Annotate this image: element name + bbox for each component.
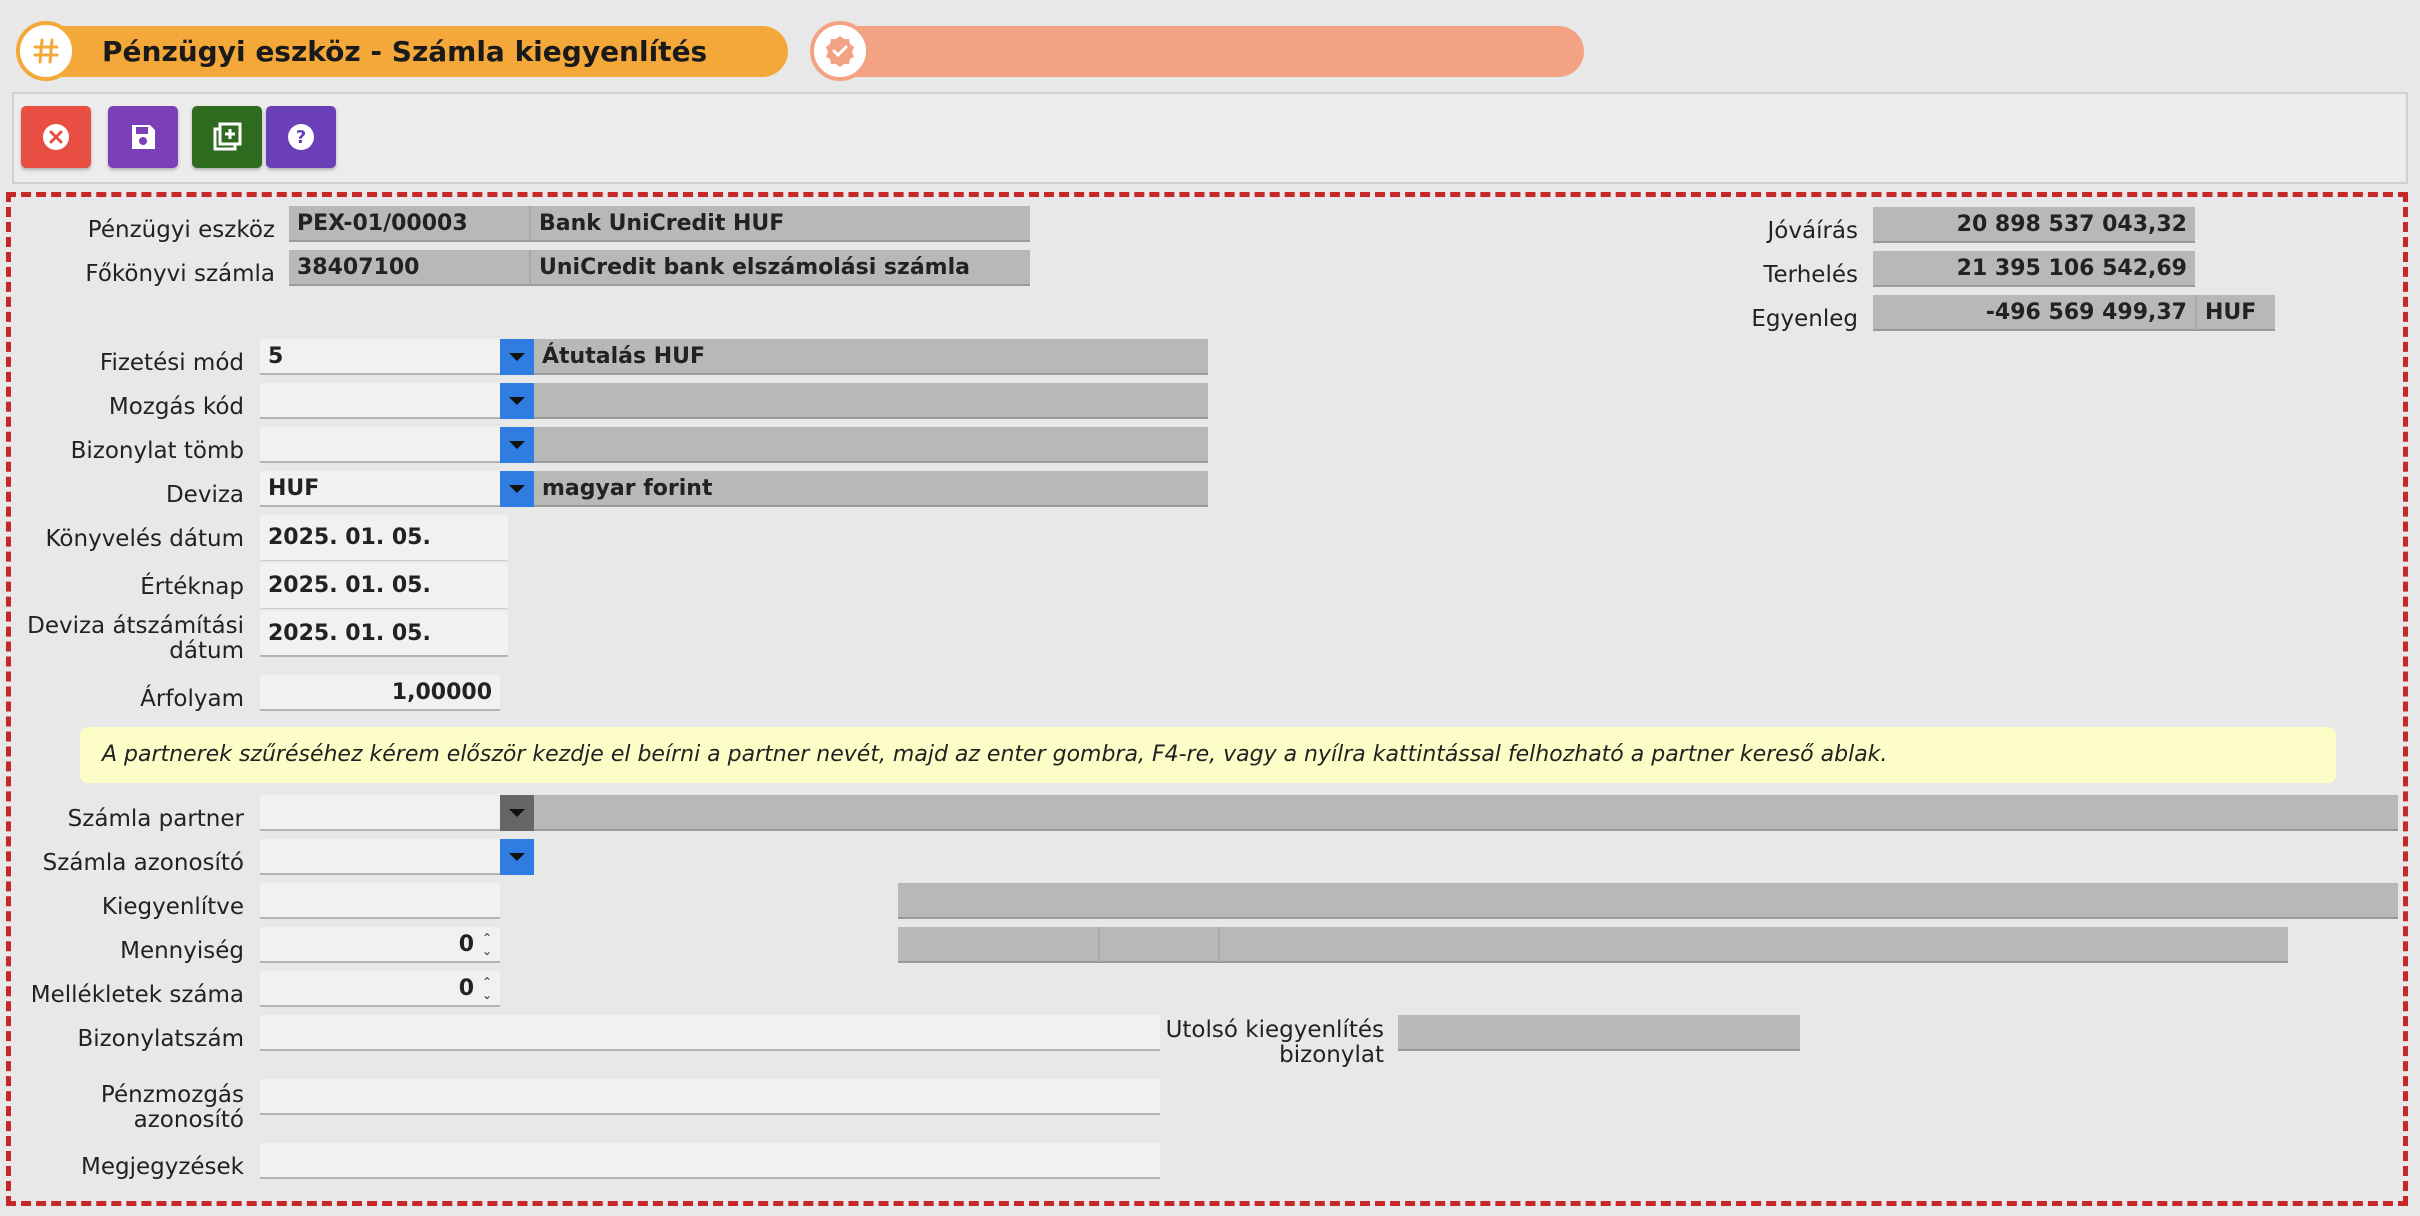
invoice-id-dropdown[interactable] — [500, 839, 534, 875]
rate-input[interactable]: 1,00000 — [260, 675, 500, 711]
hash-icon-circle — [16, 21, 76, 81]
svg-text:?: ? — [296, 127, 306, 148]
chevron-down-icon — [509, 809, 525, 817]
currency-input[interactable]: HUF — [260, 471, 500, 507]
posting-date-input[interactable]: 2025. 01. 05. — [260, 515, 508, 561]
cash-move-id-label-line1: Pénzmozgás — [100, 1082, 244, 1108]
quantity-input[interactable]: 0 — [260, 927, 500, 963]
attachments-input[interactable]: 0 — [260, 971, 500, 1007]
settled-label: Kiegyenlítve — [101, 894, 244, 920]
settled-input[interactable] — [260, 883, 500, 919]
asset-name-field: Bank UniCredit HUF — [529, 206, 1030, 242]
invoice-partner-name-field — [534, 795, 2398, 831]
invoice-id-input[interactable] — [260, 839, 500, 875]
payment-mode-label: Fizetési mód — [99, 350, 244, 376]
status-tab[interactable] — [810, 21, 1584, 81]
cash-move-id-label: Pénzmozgás azonosító — [30, 1083, 244, 1133]
cash-move-id-input[interactable] — [260, 1079, 1160, 1115]
ledger-name-field: UniCredit bank elszámolási számla — [529, 250, 1030, 286]
voucher-block-input[interactable] — [260, 427, 500, 463]
chevron-down-icon — [509, 485, 525, 493]
hash-icon — [33, 38, 59, 64]
voucher-no-input[interactable] — [260, 1015, 1160, 1051]
invoice-amount-field-3 — [1218, 927, 2288, 963]
balance-currency-field: HUF — [2195, 295, 2275, 331]
chevron-down-icon — [509, 853, 525, 861]
invoice-partner-input[interactable] — [260, 795, 500, 831]
payment-mode-input[interactable]: 5 — [260, 339, 500, 375]
last-settlement-field — [1398, 1015, 1800, 1051]
ledger-label: Főkönyvi számla — [85, 261, 275, 287]
page-title: Pénzügyi eszköz - Számla kiegyenlítés — [102, 35, 708, 68]
notes-input[interactable] — [260, 1143, 1160, 1179]
ledger-code-field: 38407100 — [289, 250, 529, 286]
help-circle-icon: ? — [288, 124, 314, 150]
close-button[interactable] — [21, 106, 91, 168]
attachments-stepper[interactable]: ⌃ ⌄ — [478, 971, 496, 1007]
invoice-partner-label: Számla partner — [67, 806, 244, 832]
voucher-block-label: Bizonylat tömb — [70, 438, 244, 464]
asset-label: Pénzügyi eszköz — [87, 217, 275, 243]
payment-mode-dropdown[interactable] — [500, 339, 534, 375]
notes-label: Megjegyzések — [80, 1154, 244, 1180]
currency-dropdown[interactable] — [500, 471, 534, 507]
partner-search-hint: A partnerek szűréséhez kérem először kez… — [80, 727, 2336, 783]
payment-mode-name-field: Átutalás HUF — [534, 339, 1208, 375]
module-title-tab: Pénzügyi eszköz - Számla kiegyenlítés — [16, 21, 788, 81]
movement-code-label: Mozgás kód — [108, 394, 244, 420]
movement-code-name-field — [534, 383, 1208, 419]
attachments-label: Mellékletek száma — [30, 982, 244, 1008]
voucher-block-dropdown[interactable] — [500, 427, 534, 463]
invoice-details-field — [898, 883, 2398, 919]
last-settlement-label: Utolsó kiegyenlítés bizonylat — [1160, 1018, 1384, 1068]
posting-date-label: Könyvelés dátum — [45, 526, 245, 552]
check-icon-circle — [810, 21, 870, 81]
last-settlement-label-line1: Utolsó kiegyenlítés — [1165, 1017, 1384, 1043]
library-add-icon — [213, 122, 242, 151]
save-button[interactable] — [108, 106, 178, 168]
chevron-down-icon — [509, 441, 525, 449]
help-button[interactable]: ? — [266, 106, 336, 168]
voucher-no-label: Bizonylatszám — [77, 1026, 244, 1052]
add-copy-button[interactable] — [192, 106, 262, 168]
chevron-down-icon — [509, 397, 525, 405]
currency-name-field: magyar forint — [534, 471, 1208, 507]
currency-label: Deviza — [165, 482, 244, 508]
balance-label: Egyenleg — [1751, 306, 1858, 332]
invoice-amount-field-1 — [898, 927, 1098, 963]
chevron-down-icon[interactable]: ⌄ — [482, 945, 492, 958]
quantity-label: Mennyiség — [120, 938, 244, 964]
chevron-down-icon — [509, 353, 525, 361]
fx-date-label-line1: Deviza átszámítási — [27, 613, 244, 639]
value-date-input[interactable]: 2025. 01. 05. — [260, 563, 508, 609]
invoice-id-label: Számla azonosító — [42, 850, 244, 876]
floppy-disk-icon — [132, 125, 155, 149]
chevron-down-icon[interactable]: ⌄ — [482, 989, 492, 1002]
toolbar: ? — [12, 92, 2408, 184]
fx-date-input[interactable]: 2025. 01. 05. — [260, 611, 508, 657]
movement-code-input[interactable] — [260, 383, 500, 419]
close-circle-icon — [43, 124, 69, 150]
quantity-stepper[interactable]: ⌃ ⌄ — [478, 927, 496, 963]
credit-value-field: 20 898 537 043,32 — [1873, 207, 2195, 243]
cash-move-id-label-line2: azonosító — [133, 1107, 244, 1133]
value-date-label: Értéknap — [140, 574, 244, 600]
fx-date-label: Deviza átszámítási dátum — [20, 614, 244, 664]
balance-value-field: -496 569 499,37 — [1873, 295, 2195, 331]
asset-code-field: PEX-01/00003 — [289, 206, 529, 242]
rate-label: Árfolyam — [140, 686, 244, 712]
debit-label: Terhelés — [1763, 262, 1858, 288]
invoice-amount-field-2 — [1098, 927, 1218, 963]
last-settlement-label-line2: bizonylat — [1279, 1042, 1384, 1068]
fx-date-label-line2: dátum — [169, 638, 244, 664]
credit-label: Jóváírás — [1767, 218, 1858, 244]
check-badge-icon — [826, 36, 854, 67]
invoice-partner-dropdown[interactable] — [500, 795, 534, 831]
debit-value-field: 21 395 106 542,69 — [1873, 251, 2195, 287]
voucher-block-name-field — [534, 427, 1208, 463]
movement-code-dropdown[interactable] — [500, 383, 534, 419]
